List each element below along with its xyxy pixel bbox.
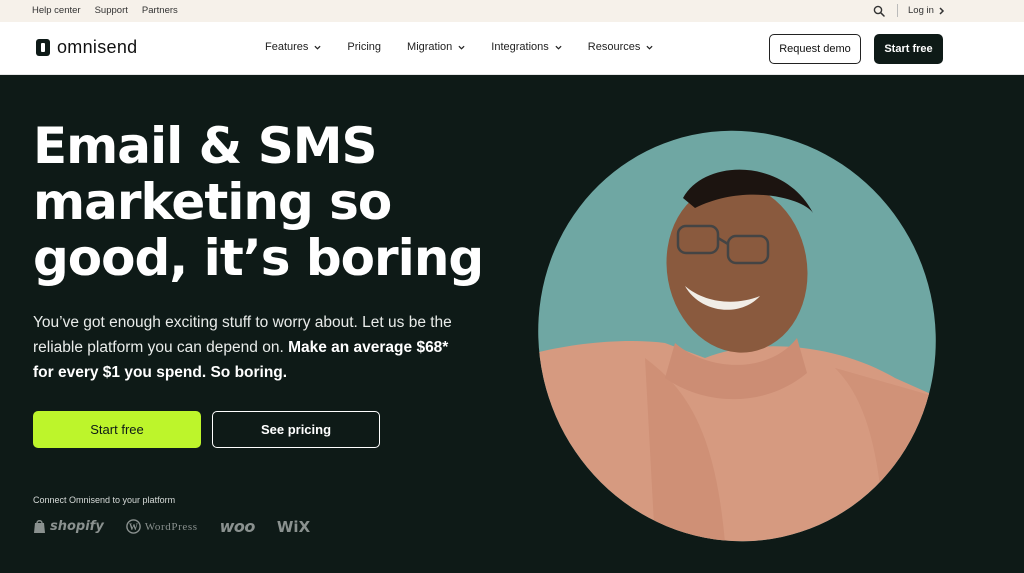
hero-photo xyxy=(535,128,940,543)
hero-title-line: Email & SMS xyxy=(33,117,377,175)
hero-title-line: marketing so xyxy=(33,173,392,231)
start-free-button[interactable]: Start free xyxy=(33,411,201,448)
login-label: Log in xyxy=(908,5,934,16)
wordpress-icon: W xyxy=(126,519,141,534)
platform-logos: shopify W WordPress woo WiX xyxy=(33,517,310,536)
help-center-link[interactable]: Help center xyxy=(32,5,81,16)
nav-item-pricing[interactable]: Pricing xyxy=(347,41,381,53)
woocommerce-logo[interactable]: woo xyxy=(219,517,256,536)
shopify-bag-icon xyxy=(34,520,45,533)
nav-item-label: Resources xyxy=(587,41,641,53)
search-icon[interactable] xyxy=(873,5,885,17)
nav-item-features[interactable]: Features xyxy=(265,41,321,53)
nav-start-free-button[interactable]: Start free xyxy=(874,34,943,64)
nav-item-label: Features xyxy=(265,41,309,53)
support-link[interactable]: Support xyxy=(95,5,128,16)
main-nav: omnisend Features Pricing Migration Inte… xyxy=(0,22,1024,75)
omnisend-logo[interactable]: omnisend xyxy=(36,37,137,58)
hero-subtitle: You’ve got enough exciting stuff to worr… xyxy=(33,310,453,385)
nav-item-label: Pricing xyxy=(347,41,382,53)
nav-item-resources[interactable]: Resources xyxy=(588,41,654,53)
request-demo-button[interactable]: Request demo xyxy=(769,34,861,64)
nav-item-integrations[interactable]: Integrations xyxy=(491,41,562,53)
chevron-down-icon xyxy=(555,45,562,50)
wix-wordmark: WiX xyxy=(276,517,311,536)
chevron-down-icon xyxy=(314,45,321,50)
chevron-down-icon xyxy=(646,45,653,50)
see-pricing-button[interactable]: See pricing xyxy=(212,411,380,448)
chevron-down-icon xyxy=(458,45,465,50)
wordpress-logo[interactable]: W WordPress xyxy=(126,519,198,534)
hero-photo-content xyxy=(535,128,940,543)
utility-links: Help center Support Partners xyxy=(32,5,178,16)
login-link[interactable]: Log in xyxy=(908,5,945,16)
woo-wordmark: woo xyxy=(219,517,256,536)
partners-link[interactable]: Partners xyxy=(142,5,178,16)
shopify-logo[interactable]: shopify xyxy=(33,519,104,534)
utility-bar: Help center Support Partners Log in xyxy=(0,0,1024,22)
brand-name: omnisend xyxy=(57,37,138,57)
wix-logo[interactable]: WiX xyxy=(277,518,310,536)
connect-platform-text: Connect Omnisend to your platform xyxy=(33,495,176,505)
nav-item-migration[interactable]: Migration xyxy=(407,41,465,53)
svg-text:W: W xyxy=(129,522,138,532)
shopify-wordmark: shopify xyxy=(50,519,104,534)
wordpress-wordmark: WordPress xyxy=(144,520,198,533)
nav-item-label: Migration xyxy=(407,41,453,53)
nav-menu: Features Pricing Migration Integrations … xyxy=(265,41,653,53)
omnisend-logo-icon xyxy=(36,39,50,56)
chevron-right-icon xyxy=(939,6,944,15)
utility-divider xyxy=(897,4,898,17)
hero-title: Email & SMS marketing so good, it’s bori… xyxy=(33,118,503,286)
hero-title-line: good, it’s boring xyxy=(33,229,484,287)
nav-item-label: Integrations xyxy=(491,41,549,53)
